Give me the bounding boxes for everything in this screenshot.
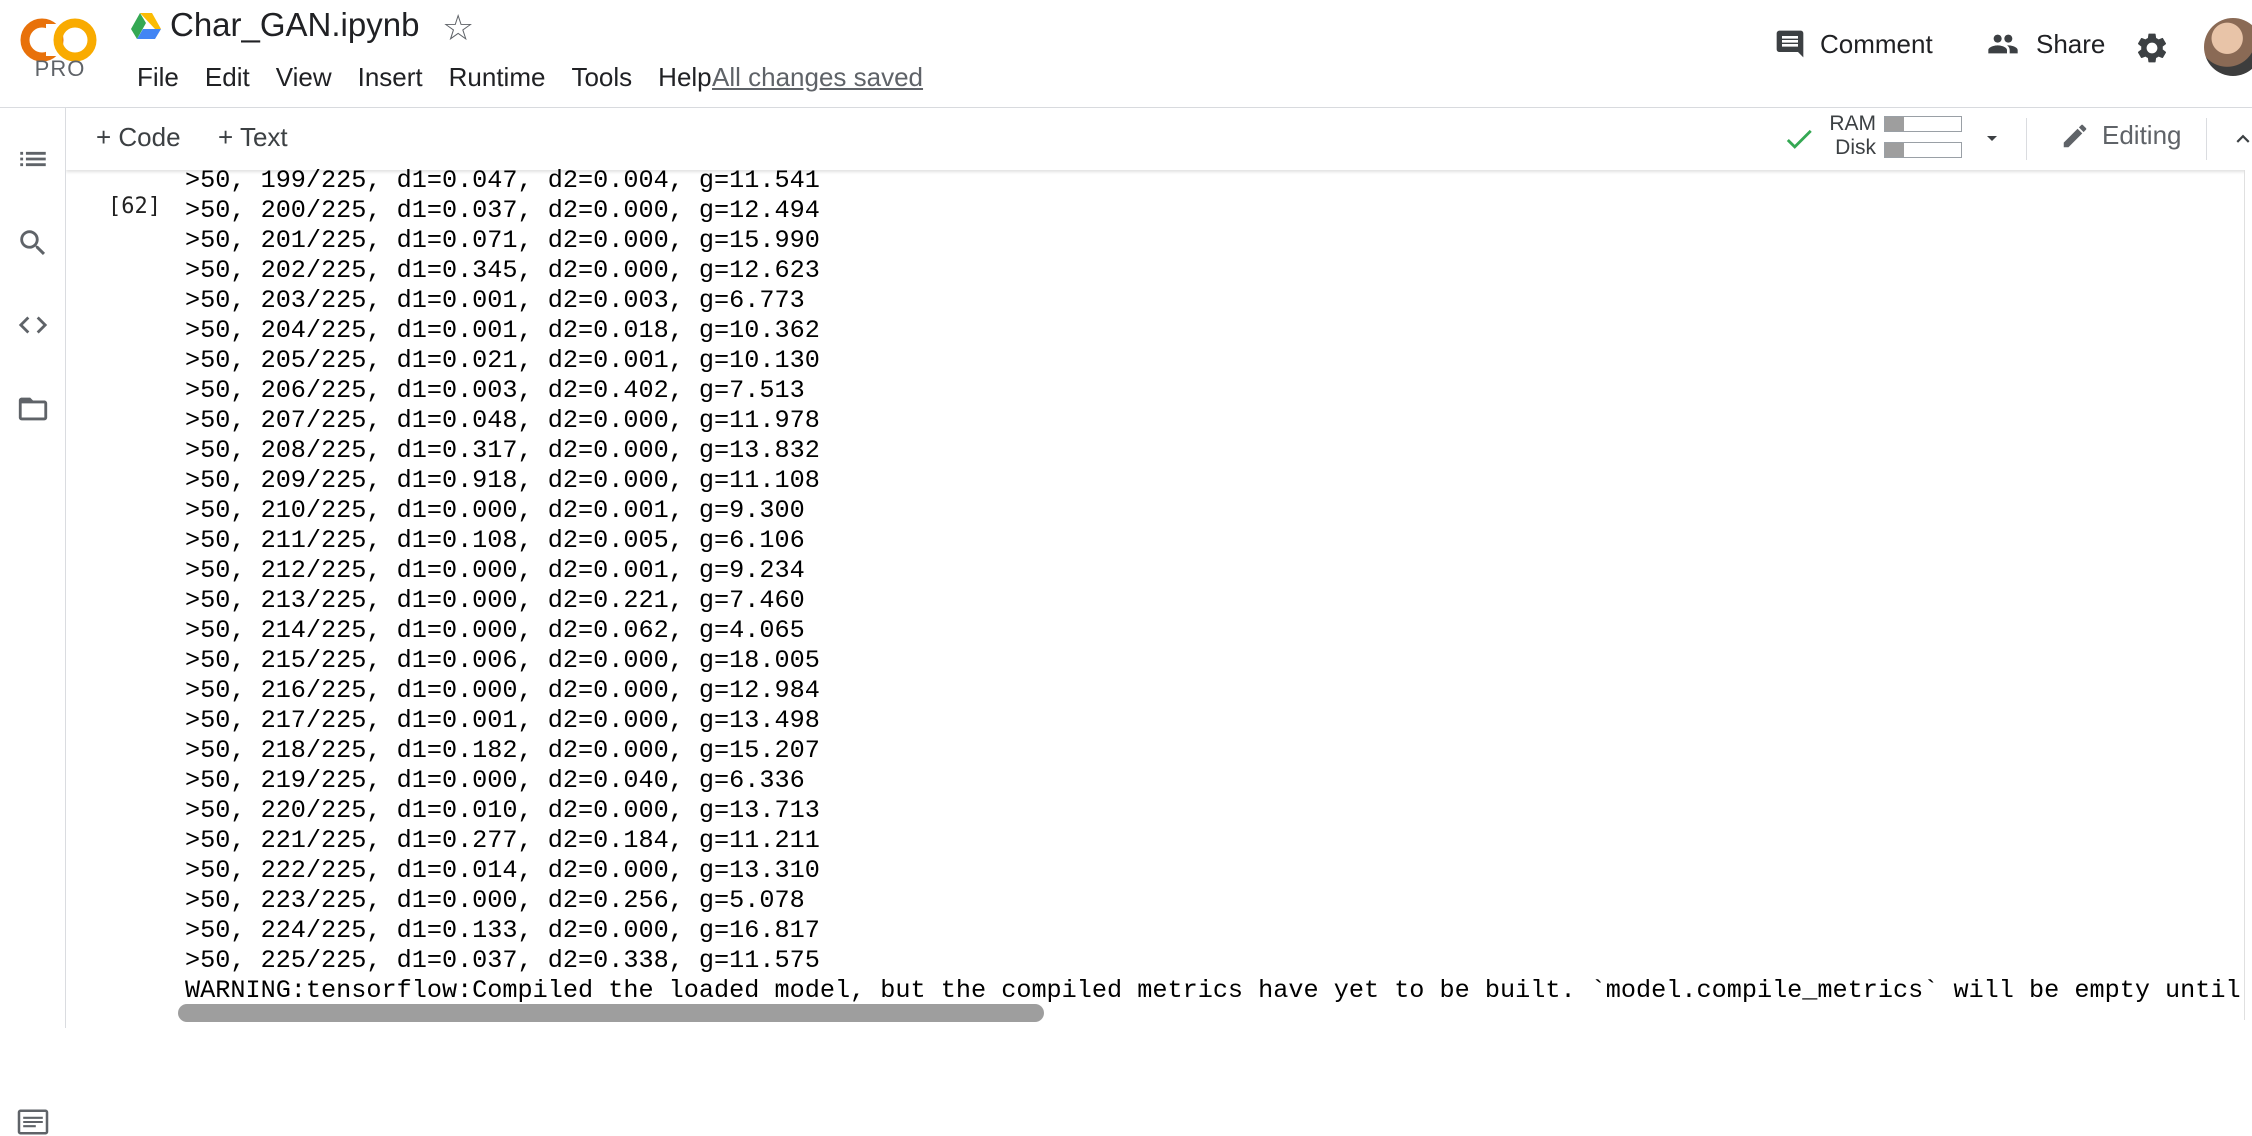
- pro-badge: PRO: [34, 56, 86, 81]
- google-drive-icon[interactable]: [130, 12, 162, 40]
- toolbar-divider: [2026, 118, 2027, 160]
- menu-tools[interactable]: Tools: [558, 60, 645, 94]
- output-line: >50, 199/225, d1=0.047, d2=0.004, g=11.5…: [185, 166, 820, 195]
- output-line: >50, 203/225, d1=0.001, d2=0.003, g=6.77…: [185, 286, 805, 315]
- output-line: >50, 205/225, d1=0.021, d2=0.001, g=10.1…: [185, 346, 820, 375]
- menu-file[interactable]: File: [124, 60, 192, 94]
- output-line: >50, 214/225, d1=0.000, d2=0.062, g=4.06…: [185, 616, 805, 645]
- menu-bar: File Edit View Insert Runtime Tools Help: [124, 60, 725, 94]
- files-icon[interactable]: [16, 392, 50, 426]
- output-line: >50, 216/225, d1=0.000, d2=0.000, g=12.9…: [185, 676, 820, 705]
- editing-mode-button[interactable]: Editing: [2060, 120, 2182, 151]
- table-of-contents-icon[interactable]: [16, 142, 50, 176]
- comment-label: Comment: [1820, 28, 1933, 59]
- ram-usage-fill: [1885, 117, 1904, 131]
- cell-output: >50, 199/225, d1=0.047, d2=0.004, g=11.5…: [185, 166, 820, 976]
- search-icon[interactable]: [16, 226, 50, 260]
- caret-down-icon[interactable]: [1980, 126, 2004, 150]
- disk-usage-bar[interactable]: [1884, 142, 1962, 158]
- left-side-rail: [0, 108, 66, 1135]
- comment-button[interactable]: Comment: [1774, 28, 1933, 60]
- output-line: >50, 215/225, d1=0.006, d2=0.000, g=18.0…: [185, 646, 820, 675]
- avatar[interactable]: [2204, 18, 2252, 76]
- notebook-toolbar: + Code + Text RAM Disk Editing: [66, 108, 2252, 170]
- output-line: >50, 210/225, d1=0.000, d2=0.001, g=9.30…: [185, 496, 805, 525]
- add-code-button[interactable]: + Code: [96, 122, 181, 153]
- save-status-link[interactable]: All changes saved: [712, 60, 923, 94]
- output-line: >50, 202/225, d1=0.345, d2=0.000, g=12.6…: [185, 256, 820, 285]
- editing-label: Editing: [2102, 120, 2182, 150]
- execution-count: [62]: [108, 194, 161, 219]
- output-line: >50, 222/225, d1=0.014, d2=0.000, g=13.3…: [185, 856, 820, 885]
- add-text-button[interactable]: + Text: [218, 122, 288, 153]
- share-button[interactable]: Share: [1984, 28, 2105, 60]
- connected-check-icon: [1786, 129, 1812, 149]
- output-line: >50, 211/225, d1=0.108, d2=0.005, g=6.10…: [185, 526, 805, 555]
- code-snippets-icon[interactable]: [16, 308, 50, 342]
- people-icon: [1988, 34, 2018, 54]
- output-line: >50, 201/225, d1=0.071, d2=0.000, g=15.9…: [185, 226, 820, 255]
- output-line: >50, 209/225, d1=0.918, d2=0.000, g=11.1…: [185, 466, 820, 495]
- output-line: >50, 218/225, d1=0.182, d2=0.000, g=15.2…: [185, 736, 820, 765]
- share-label: Share: [2036, 28, 2106, 59]
- star-icon[interactable]: ☆: [442, 8, 474, 48]
- resource-labels[interactable]: RAM Disk: [1822, 112, 1876, 160]
- output-line: >50, 213/225, d1=0.000, d2=0.221, g=7.46…: [185, 586, 805, 615]
- ram-usage-bar[interactable]: [1884, 116, 1962, 132]
- menu-edit[interactable]: Edit: [192, 60, 263, 94]
- disk-usage-fill: [1885, 143, 1904, 157]
- vertical-scrollbar[interactable]: [2244, 170, 2252, 1020]
- menu-insert[interactable]: Insert: [345, 60, 436, 94]
- chevron-up-icon[interactable]: [2228, 126, 2252, 152]
- menu-view[interactable]: View: [263, 60, 345, 94]
- disk-label: Disk: [1835, 136, 1876, 159]
- menu-runtime[interactable]: Runtime: [436, 60, 559, 94]
- output-line: >50, 221/225, d1=0.277, d2=0.184, g=11.2…: [185, 826, 820, 855]
- output-line: >50, 207/225, d1=0.048, d2=0.000, g=11.9…: [185, 406, 820, 435]
- horizontal-scrollbar[interactable]: [178, 1004, 1044, 1022]
- terminal-icon[interactable]: [16, 1108, 50, 1136]
- output-line: >50, 219/225, d1=0.000, d2=0.040, g=6.33…: [185, 766, 805, 795]
- warning-output-line: WARNING:tensorflow:Compiled the loaded m…: [185, 976, 2241, 1005]
- notebook-title[interactable]: Char_GAN.ipynb: [170, 6, 419, 44]
- gear-icon[interactable]: [2134, 30, 2170, 66]
- output-line: >50, 225/225, d1=0.037, d2=0.338, g=11.5…: [185, 946, 820, 975]
- header-bar: PRO Char_GAN.ipynb ☆ File Edit View Inse…: [0, 0, 2252, 108]
- toolbar-divider: [2206, 118, 2207, 160]
- output-line: >50, 223/225, d1=0.000, d2=0.256, g=5.07…: [185, 886, 805, 915]
- output-line: >50, 224/225, d1=0.133, d2=0.000, g=16.8…: [185, 916, 820, 945]
- output-line: >50, 212/225, d1=0.000, d2=0.001, g=9.23…: [185, 556, 805, 585]
- output-line: >50, 200/225, d1=0.037, d2=0.000, g=12.4…: [185, 196, 820, 225]
- output-line: >50, 204/225, d1=0.001, d2=0.018, g=10.3…: [185, 316, 820, 345]
- output-line: >50, 217/225, d1=0.001, d2=0.000, g=13.4…: [185, 706, 820, 735]
- output-line: >50, 220/225, d1=0.010, d2=0.000, g=13.7…: [185, 796, 820, 825]
- pencil-icon: [2063, 124, 2087, 147]
- ram-label: RAM: [1829, 112, 1876, 135]
- output-line: >50, 208/225, d1=0.317, d2=0.000, g=13.8…: [185, 436, 820, 465]
- comment-icon: [1776, 30, 1804, 58]
- output-line: >50, 206/225, d1=0.003, d2=0.402, g=7.51…: [185, 376, 805, 405]
